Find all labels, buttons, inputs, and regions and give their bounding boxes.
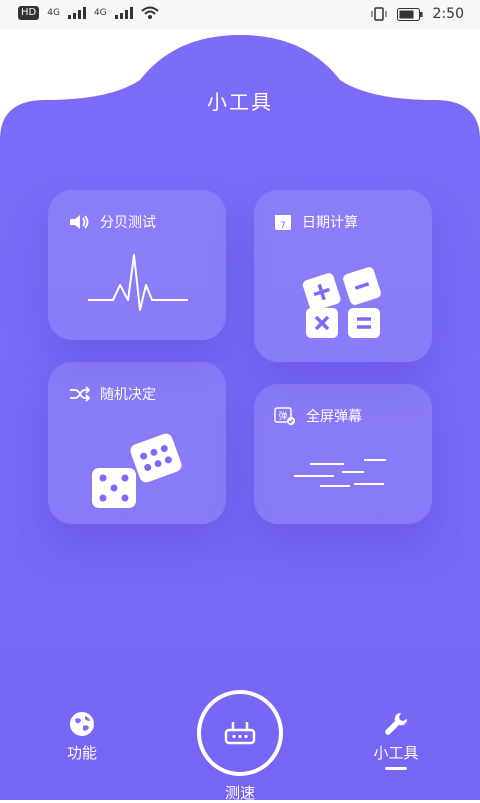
nav-tools[interactable]: 小工具: [356, 710, 436, 770]
speed-test-button[interactable]: [197, 690, 283, 776]
globe-icon: [70, 712, 94, 736]
nav-function[interactable]: 功能: [42, 710, 122, 763]
nav-tools-active-indicator: [385, 767, 407, 770]
calculator-icon: [302, 267, 381, 338]
bottom-nav: 功能 测速 小工具: [0, 690, 480, 803]
router-icon: [224, 722, 256, 745]
nav-function-label: 功能: [66, 744, 97, 762]
wrench-icon: [385, 712, 408, 735]
waveform-icon: [88, 254, 188, 311]
barrage-lines-icon: [294, 459, 386, 487]
random-decision-card[interactable]: 随机决定: [48, 362, 226, 524]
page-title: 小工具: [207, 90, 273, 114]
date-calc-card[interactable]: 7 日期计算: [254, 190, 432, 362]
nav-speed-test[interactable]: 测速: [190, 690, 290, 803]
dice-icon: [92, 433, 182, 508]
nav-tools-label: 小工具: [373, 744, 419, 762]
decibel-test-card[interactable]: 分贝测试: [48, 190, 226, 340]
fullscreen-barrage-card[interactable]: 弹 全屏弹幕: [254, 384, 432, 524]
